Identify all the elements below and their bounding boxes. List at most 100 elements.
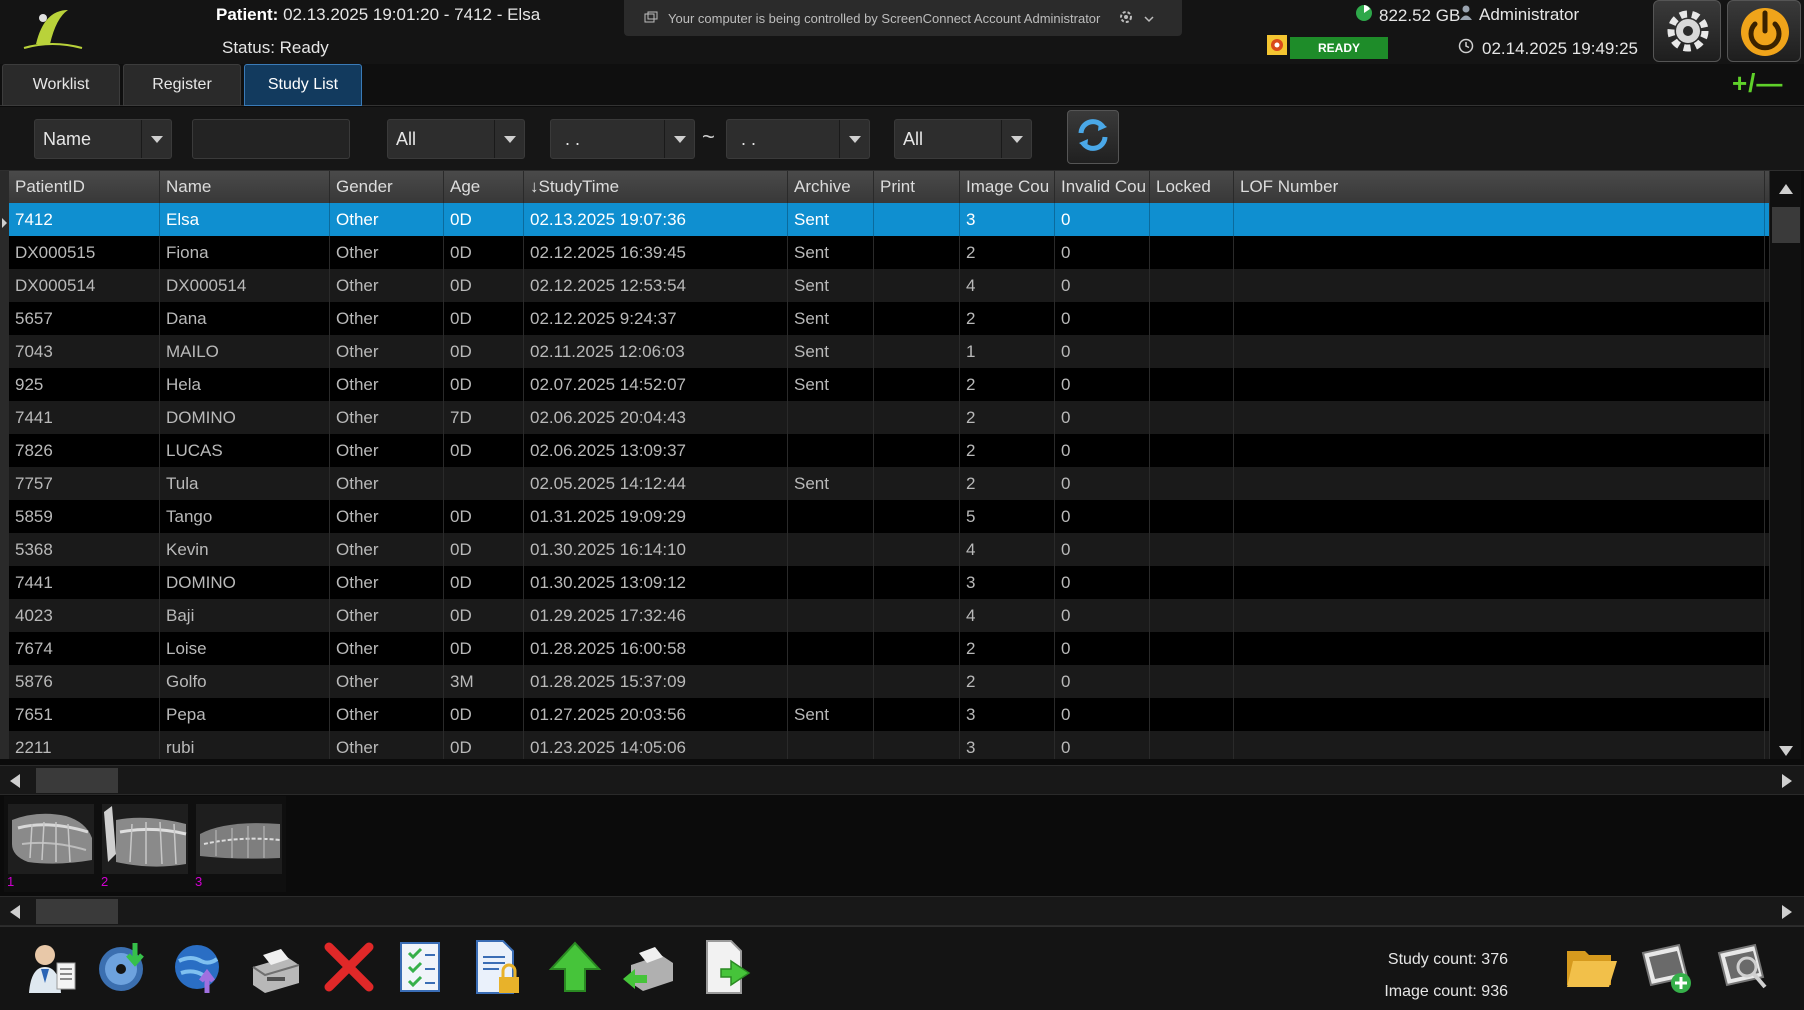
banner-gear-icon[interactable] [1118,9,1134,28]
date-from-picker[interactable]: . . [550,119,695,159]
power-icon [1739,5,1791,62]
cell-age: 0D [444,302,524,335]
chevron-down-icon[interactable] [1001,120,1031,158]
table-horizontal-scrollbar[interactable] [0,765,1804,795]
scroll-right-icon[interactable] [1782,774,1792,793]
table-row[interactable]: 7757 Tula Other 02.05.2025 14:12:44 Sent 2 0 [9,467,1769,500]
user-name: Administrator [1479,4,1580,24]
scroll-left-icon[interactable] [10,905,20,924]
table-row[interactable]: 5859 Tango Other 0D 01.31.2025 19:09:29 5 0 [9,500,1769,533]
chevron-down-icon[interactable] [839,120,869,158]
column-header-image-count[interactable]: Image Cou [960,171,1055,203]
thumbnail-horizontal-scrollbar[interactable] [0,896,1804,926]
scroll-up-icon[interactable] [1779,181,1793,199]
search-input[interactable] [192,119,350,159]
tab-register[interactable]: Register [123,64,241,106]
cell-archive [788,566,874,599]
cell-archive: Sent [788,368,874,401]
upload-button[interactable] [544,939,606,999]
date-to-value: . . [741,128,757,149]
print-export-button[interactable] [618,939,680,999]
column-header-lof-number[interactable]: LOF Number [1234,171,1765,203]
send-network-button[interactable] [168,939,230,999]
add-image-button[interactable] [1636,939,1698,999]
cell-image-count: 3 [960,203,1055,236]
refresh-icon [1073,115,1113,160]
gender-select-value: All [396,128,417,149]
table-row[interactable]: 4023 Baji Other 0D 01.29.2025 17:32:46 4 0 [9,599,1769,632]
cell-archive: Sent [788,335,874,368]
remote-control-banner[interactable]: Your computer is being controlled by Scr… [624,0,1182,36]
table-row[interactable]: 7826 LUCAS Other 0D 02.06.2025 13:09:37 2 0 [9,434,1769,467]
import-document-icon [697,939,753,1000]
tab-study-list[interactable]: Study List [244,64,362,106]
table-row[interactable]: 5368 Kevin Other 0D 01.30.2025 16:14:10 4 0 [9,533,1769,566]
cell-archive: Sent [788,467,874,500]
xray-thumbnail[interactable] [102,804,188,874]
table-row[interactable]: 5876 Golfo Other 3M 01.28.2025 15:37:09 2 0 [9,665,1769,698]
cell-name: Fiona [160,236,330,269]
cell-lof-number [1234,467,1765,500]
burn-disc-button[interactable] [92,939,154,999]
patient-info-button[interactable] [20,939,82,999]
table-row[interactable]: 7441 DOMINO Other 0D 01.30.2025 13:09:12 3 0 [9,566,1769,599]
vertical-scroll-thumb[interactable] [1772,207,1800,243]
scroll-left-icon[interactable] [10,774,20,793]
expand-collapse-toggle[interactable]: +/— [1732,68,1783,99]
xray-thumbnail[interactable] [196,804,282,874]
open-folder-button[interactable] [1560,939,1622,999]
detector-status: READY [1266,34,1388,61]
power-button[interactable] [1727,0,1801,62]
column-header-locked[interactable]: Locked [1150,171,1234,203]
verify-button[interactable] [390,939,452,999]
table-row[interactable]: 925 Hela Other 0D 02.07.2025 14:52:07 Sent 2 0 [9,368,1769,401]
search-field-select[interactable]: Name [34,119,172,159]
table-row[interactable]: DX000515 Fiona Other 0D 02.12.2025 16:39:45 S… [9,236,1769,269]
cell-age: 0D [444,599,524,632]
table-row[interactable]: 7412 Elsa Other 0D 02.13.2025 19:07:36 Sent 3 0 [9,203,1769,236]
view-image-button[interactable] [1712,939,1774,999]
table-vertical-scrollbar[interactable] [1769,171,1801,759]
chevron-down-icon[interactable] [664,120,694,158]
column-header-age[interactable]: Age [444,171,524,203]
xray-thumbnail[interactable] [8,804,94,874]
import-button[interactable] [694,939,756,999]
print-button[interactable] [244,939,306,999]
column-header-patient-id[interactable]: PatientID [9,171,160,203]
horizontal-scroll-thumb[interactable] [36,899,118,924]
table-row[interactable]: DX000514 DX000514 Other 0D 02.12.2025 12:53:… [9,269,1769,302]
date-to-picker[interactable]: . . [726,119,870,159]
column-header-study-time[interactable]: ↓StudyTime [524,171,788,203]
table-row[interactable]: 7651 Pepa Other 0D 01.27.2025 20:03:56 Sent 3 0 [9,698,1769,731]
chevron-down-icon[interactable] [494,120,524,158]
gear-icon [1664,7,1712,60]
column-header-archive[interactable]: Archive [788,171,874,203]
chevron-down-icon[interactable] [141,120,171,158]
column-header-gender[interactable]: Gender [330,171,444,203]
cell-print [874,269,960,302]
column-header-print[interactable]: Print [874,171,960,203]
gender-select[interactable]: All [387,119,525,159]
network-send-icon [171,939,227,1000]
refresh-button[interactable] [1067,110,1119,164]
cell-print [874,236,960,269]
scroll-down-icon[interactable] [1779,743,1793,761]
table-row[interactable]: 7674 Loise Other 0D 01.28.2025 16:00:58 2 0 [9,632,1769,665]
scroll-right-icon[interactable] [1782,905,1792,924]
table-row[interactable]: 2211 rubi Other 0D 01.23.2025 14:05:06 3 0 [9,731,1769,759]
horizontal-scroll-thumb[interactable] [36,768,118,793]
settings-button[interactable] [1653,0,1721,62]
cell-invalid-count: 0 [1055,533,1150,566]
table-row[interactable]: 7043 MAILO Other 0D 02.11.2025 12:06:03 Sent 1… [9,335,1769,368]
lock-button[interactable] [466,939,528,999]
table-row[interactable]: 5657 Dana Other 0D 02.12.2025 9:24:37 Sent 2 0 [9,302,1769,335]
table-row[interactable]: 7441 DOMINO Other 7D 02.06.2025 20:04:43 2 0 [9,401,1769,434]
status-select[interactable]: All [894,119,1032,159]
column-header-invalid-count[interactable]: Invalid Cou [1055,171,1150,203]
chevron-down-icon[interactable] [1144,11,1154,26]
delete-button[interactable] [318,939,380,999]
tab-worklist[interactable]: Worklist [2,64,120,106]
study-table[interactable]: 7412 Elsa Other 0D 02.13.2025 19:07:36 Sent 3 0… [9,171,1769,759]
cell-lof-number [1234,500,1765,533]
column-header-name[interactable]: Name [160,171,330,203]
